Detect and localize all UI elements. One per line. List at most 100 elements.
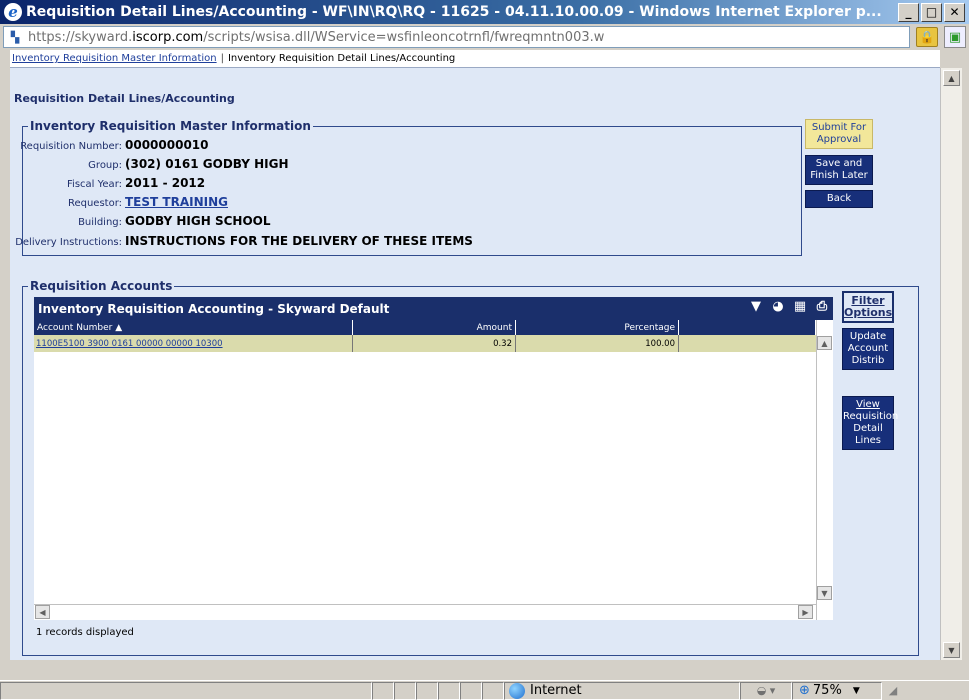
back-label: Back (826, 193, 852, 204)
cell-amount: 0.32 (353, 335, 516, 352)
ie-logo-icon: e (4, 3, 22, 21)
grid-vertical-scrollbar[interactable]: ▲ ▼ (816, 320, 833, 620)
window-controls: _ □ ✕ (898, 2, 965, 22)
status-panel (460, 681, 482, 700)
view-label-1: View (856, 399, 880, 410)
status-panel (438, 681, 460, 700)
field-value: (302) 0161 GODBY HIGH (125, 157, 289, 171)
cell-percentage: 100.00 (516, 335, 679, 352)
breadcrumb-separator: | (220, 53, 224, 64)
chart-icon[interactable]: ◕ (771, 299, 785, 314)
page-title: Requisition Detail Lines/Accounting (14, 92, 235, 105)
grid-scroll-down-icon[interactable]: ▼ (817, 586, 832, 600)
update-label-2: Account (847, 343, 889, 354)
update-label-1: Update (849, 331, 887, 342)
save-label-1: Save and (815, 158, 863, 169)
field-requisition-number: Requisition Number: 0000000010 (0, 138, 208, 152)
breadcrumb: Inventory Requisition Master Information… (10, 50, 940, 68)
requestor-link[interactable]: TEST TRAINING (125, 195, 228, 209)
field-value: INSTRUCTIONS FOR THE DELIVERY OF THESE I… (125, 234, 473, 248)
status-panel (416, 681, 438, 700)
address-field[interactable]: ▚ https://skyward. iscorp.com/scripts/wsi… (3, 26, 910, 48)
save-label-2: Finish Later (810, 170, 868, 181)
grid-title-bar: Inventory Requisition Accounting - Skywa… (34, 297, 833, 320)
filter-options-button[interactable]: Filter Options (842, 291, 894, 323)
grid-title: Inventory Requisition Accounting - Skywa… (38, 301, 390, 316)
column-header-percentage-label: Percentage (624, 322, 675, 333)
close-button[interactable]: ✕ (944, 2, 965, 22)
export-icon[interactable]: ▦ (793, 299, 807, 314)
scroll-down-arrow-icon[interactable]: ▼ (943, 642, 960, 658)
minimize-button[interactable]: _ (898, 2, 919, 22)
window-title-bar: e Requisition Detail Lines/Accounting - … (0, 0, 969, 24)
zoom-control[interactable]: ⊕ 75% ▼ (792, 681, 882, 700)
column-header-account-label: Account Number ▲ (37, 322, 123, 333)
cell-account-number[interactable]: 1100E5100 3900 0161 00000 00000 10300 (34, 335, 353, 352)
field-label: Delivery Instructions: (15, 237, 122, 248)
view-label-2: Requisition (843, 411, 899, 422)
column-header-account[interactable]: Account Number ▲ (34, 320, 353, 335)
globe-icon (509, 682, 525, 699)
rss-feed-icon[interactable]: ▣ (944, 26, 966, 48)
zone-label: Internet (530, 683, 582, 698)
grid-horizontal-scrollbar[interactable]: ◀ ▶ (34, 604, 816, 620)
scroll-up-arrow-icon[interactable]: ▲ (943, 70, 960, 86)
view-requisition-detail-lines-button[interactable]: View Requisition Detail Lines (842, 396, 899, 450)
update-label-3: Distrib (851, 355, 885, 366)
field-group: Group: (302) 0161 GODBY HIGH (0, 157, 289, 171)
update-account-distrib-button[interactable]: Update Account Distrib (842, 328, 894, 370)
filter-funnel-icon[interactable]: ▼ (749, 299, 763, 314)
cell-blank (679, 335, 816, 352)
grid-scroll-right-icon[interactable]: ▶ (798, 605, 813, 619)
status-panel (482, 681, 504, 700)
page-scrollbar[interactable]: ▲ ▼ (940, 68, 962, 660)
field-label: Building: (78, 217, 122, 228)
zoom-chevron-down-icon: ▼ (852, 685, 860, 696)
column-header-amount-label: Amount (476, 322, 512, 333)
field-value: 2011 - 2012 (125, 176, 206, 190)
status-panel (394, 681, 416, 700)
save-and-finish-later-button[interactable]: Save and Finish Later (805, 155, 873, 185)
submit-for-approval-button[interactable]: Submit For Approval (805, 119, 873, 149)
zoom-icon: ⊕ (799, 683, 810, 698)
protected-mode-icon: ◒ ▾ (756, 684, 776, 697)
back-button[interactable]: Back (805, 190, 873, 208)
print-icon[interactable]: ⎙ (815, 299, 829, 314)
submit-label-2: Approval (816, 134, 862, 145)
field-value: GODBY HIGH SCHOOL (125, 214, 271, 228)
address-bar: ▚ https://skyward. iscorp.com/scripts/wsi… (0, 24, 969, 50)
column-header-blank (679, 320, 816, 335)
field-fiscal-year: Fiscal Year: 2011 - 2012 (0, 176, 205, 190)
grid-scroll-up-icon[interactable]: ▲ (817, 336, 832, 350)
site-icon: ▚ (10, 30, 20, 44)
zoom-level: 75% (812, 683, 842, 698)
grid-toolbar: ▼ ◕ ▦ ⎙ (749, 299, 829, 314)
field-label: Requisition Number: (20, 141, 122, 152)
address-host: iscorp.com (132, 29, 204, 45)
protected-mode-toggle[interactable]: ◒ ▾ (740, 681, 792, 700)
field-label: Fiscal Year: (67, 179, 122, 190)
resize-grip-icon[interactable]: ◢ (882, 684, 904, 697)
status-bar: Internet ◒ ▾ ⊕ 75% ▼ ◢ (0, 680, 969, 700)
field-requestor: Requestor: TEST TRAINING (0, 195, 228, 209)
submit-label-1: Submit For (811, 122, 867, 133)
window-title: Requisition Detail Lines/Accounting - WF… (26, 4, 882, 20)
breadcrumb-link-master[interactable]: Inventory Requisition Master Information (12, 53, 217, 64)
records-count: 1 records displayed (36, 627, 134, 638)
lock-icon[interactable]: 🔒 (916, 27, 938, 47)
breadcrumb-current: Inventory Requisition Detail Lines/Accou… (227, 53, 456, 64)
field-building: Building: GODBY HIGH SCHOOL (0, 214, 271, 228)
maximize-button[interactable]: □ (921, 2, 942, 22)
grid-scroll-left-icon[interactable]: ◀ (35, 605, 50, 619)
field-label: Group: (88, 160, 122, 171)
column-header-percentage[interactable]: Percentage (516, 320, 679, 335)
master-info-legend: Inventory Requisition Master Information (28, 119, 313, 133)
status-panel (372, 681, 394, 700)
view-label-3: Detail Lines (853, 423, 883, 446)
security-zone[interactable]: Internet (504, 681, 740, 700)
address-path: /scripts/wsisa.dll/WService=wsfinleoncot… (203, 29, 605, 45)
column-header-amount[interactable]: Amount (353, 320, 516, 335)
address-prefix: https://skyward. (28, 29, 133, 45)
table-row[interactable]: 1100E5100 3900 0161 00000 00000 10300 0.… (34, 335, 816, 352)
field-label: Requestor: (67, 198, 122, 209)
